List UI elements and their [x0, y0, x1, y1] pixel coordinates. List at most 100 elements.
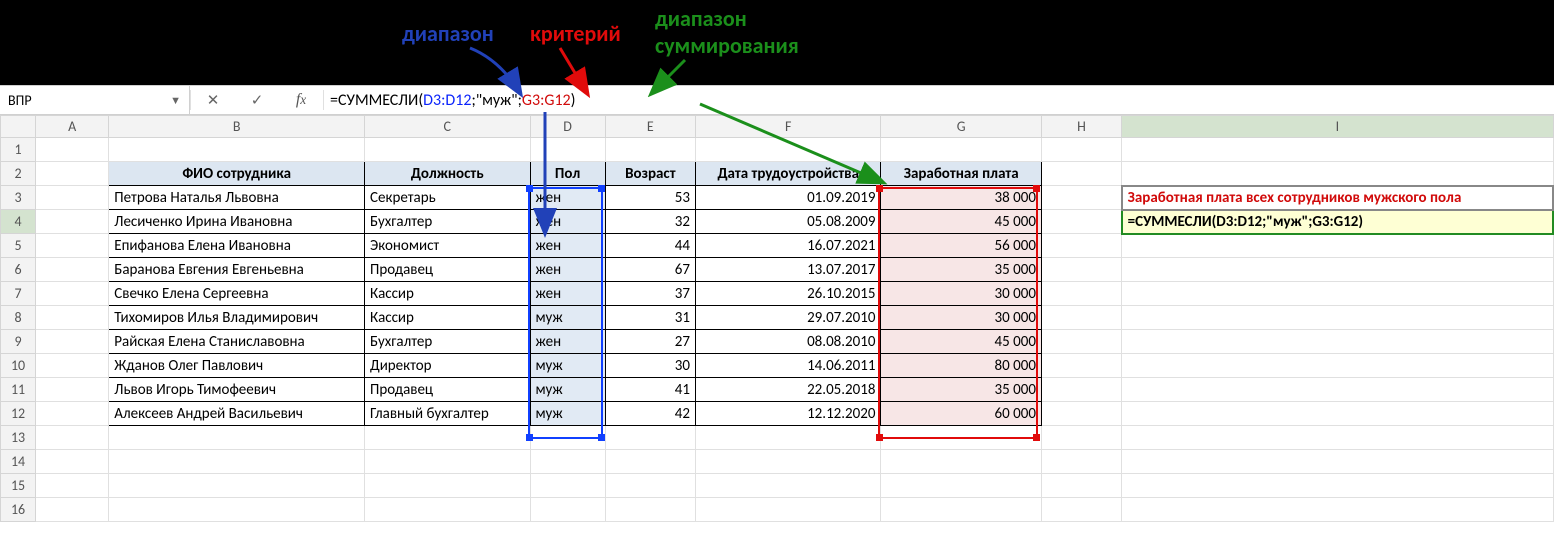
- cell-gender[interactable]: муж: [530, 306, 605, 330]
- cell[interactable]: [109, 450, 365, 474]
- cell-age[interactable]: 27: [605, 330, 695, 354]
- cell-position[interactable]: Кассир: [365, 306, 530, 330]
- cell-gender[interactable]: жен: [530, 210, 605, 234]
- cell[interactable]: [365, 474, 530, 498]
- cell[interactable]: [1041, 162, 1121, 186]
- row-header[interactable]: 15: [1, 474, 36, 498]
- cell-position[interactable]: Бухгалтер: [365, 330, 530, 354]
- cell[interactable]: [1041, 498, 1121, 522]
- cell[interactable]: [881, 138, 1041, 162]
- row-header[interactable]: 1: [1, 138, 36, 162]
- cell-position[interactable]: Главный бухгалтер: [365, 402, 530, 426]
- confirm-button[interactable]: ✓: [235, 91, 279, 109]
- cell-salary[interactable]: 45 000: [881, 330, 1041, 354]
- cell[interactable]: [109, 474, 365, 498]
- col-header-d[interactable]: D: [530, 116, 605, 138]
- cell-date[interactable]: 08.08.2010: [695, 330, 881, 354]
- cell-date[interactable]: 26.10.2015: [695, 282, 881, 306]
- cell-age[interactable]: 41: [605, 378, 695, 402]
- cell[interactable]: [1122, 138, 1553, 162]
- cell[interactable]: [605, 474, 695, 498]
- cell[interactable]: [1041, 258, 1121, 282]
- cell[interactable]: [36, 474, 109, 498]
- cell[interactable]: [1041, 138, 1121, 162]
- cell-fio[interactable]: Свечко Елена Сергеевна: [109, 282, 365, 306]
- cell-gender[interactable]: жен: [530, 186, 605, 210]
- cell-age[interactable]: 32: [605, 210, 695, 234]
- cell-salary[interactable]: 60 000: [881, 402, 1041, 426]
- cell-position[interactable]: Бухгалтер: [365, 210, 530, 234]
- cell[interactable]: [881, 498, 1041, 522]
- col-header-f[interactable]: F: [695, 116, 881, 138]
- row-header[interactable]: 11: [1, 378, 36, 402]
- row-header[interactable]: 16: [1, 498, 36, 522]
- col-header-c[interactable]: C: [365, 116, 530, 138]
- cell-gender[interactable]: муж: [530, 378, 605, 402]
- cell[interactable]: [365, 138, 530, 162]
- col-header-i[interactable]: I: [1122, 116, 1553, 138]
- cell[interactable]: [605, 138, 695, 162]
- cell[interactable]: [36, 282, 109, 306]
- cell[interactable]: [695, 138, 881, 162]
- cell[interactable]: [605, 498, 695, 522]
- cell-date[interactable]: 01.09.2019: [695, 186, 881, 210]
- cell-gender[interactable]: жен: [530, 258, 605, 282]
- header-date[interactable]: Дата трудоустройства: [695, 162, 881, 186]
- cell[interactable]: [881, 426, 1041, 450]
- name-box[interactable]: ВПР ▼: [0, 86, 190, 114]
- cancel-button[interactable]: ✕: [191, 91, 235, 109]
- cell[interactable]: [1122, 258, 1553, 282]
- cell[interactable]: [605, 426, 695, 450]
- cell-age[interactable]: 44: [605, 234, 695, 258]
- cell-position[interactable]: Кассир: [365, 282, 530, 306]
- cell[interactable]: [36, 138, 109, 162]
- cell[interactable]: [1041, 426, 1121, 450]
- cell[interactable]: [36, 258, 109, 282]
- cell[interactable]: [881, 450, 1041, 474]
- cell[interactable]: [109, 426, 365, 450]
- cell[interactable]: [1041, 378, 1121, 402]
- cell[interactable]: [36, 306, 109, 330]
- cell-date[interactable]: 16.07.2021: [695, 234, 881, 258]
- cell[interactable]: [530, 450, 605, 474]
- cell[interactable]: [1041, 234, 1121, 258]
- cell[interactable]: [1041, 306, 1121, 330]
- header-position[interactable]: Должность: [365, 162, 530, 186]
- cell-salary[interactable]: 35 000: [881, 258, 1041, 282]
- row-header[interactable]: 4: [1, 210, 36, 234]
- cell[interactable]: [1041, 210, 1121, 234]
- chevron-down-icon[interactable]: ▼: [170, 94, 181, 107]
- cell-fio[interactable]: Райская Елена Станиславовна: [109, 330, 365, 354]
- cell-salary[interactable]: 56 000: [881, 234, 1041, 258]
- cell[interactable]: [1122, 378, 1553, 402]
- row-header[interactable]: 7: [1, 282, 36, 306]
- cell-position[interactable]: Директор: [365, 354, 530, 378]
- header-fio[interactable]: ФИО сотрудника: [109, 162, 365, 186]
- cell[interactable]: [36, 378, 109, 402]
- cell-fio[interactable]: Лесиченко Ирина Ивановна: [109, 210, 365, 234]
- cell-salary[interactable]: 38 000: [881, 186, 1041, 210]
- cell[interactable]: [36, 354, 109, 378]
- cell[interactable]: [695, 498, 881, 522]
- row-header[interactable]: 6: [1, 258, 36, 282]
- cell-salary[interactable]: 30 000: [881, 282, 1041, 306]
- cell[interactable]: [1122, 330, 1553, 354]
- cell[interactable]: [1122, 450, 1553, 474]
- cell[interactable]: [36, 498, 109, 522]
- cell[interactable]: [695, 474, 881, 498]
- cell-fio[interactable]: Епифанова Елена Ивановна: [109, 234, 365, 258]
- cell-age[interactable]: 37: [605, 282, 695, 306]
- cell-fio[interactable]: Тихомиров Илья Владимирович: [109, 306, 365, 330]
- cell[interactable]: [1122, 306, 1553, 330]
- cell-gender[interactable]: муж: [530, 402, 605, 426]
- cell[interactable]: [530, 474, 605, 498]
- cell[interactable]: [1122, 234, 1553, 258]
- col-header-e[interactable]: E: [605, 116, 695, 138]
- cell[interactable]: [365, 426, 530, 450]
- cell[interactable]: [36, 234, 109, 258]
- cell[interactable]: [530, 426, 605, 450]
- row-header[interactable]: 10: [1, 354, 36, 378]
- cell[interactable]: [695, 426, 881, 450]
- cell[interactable]: [36, 210, 109, 234]
- cell[interactable]: [1122, 498, 1553, 522]
